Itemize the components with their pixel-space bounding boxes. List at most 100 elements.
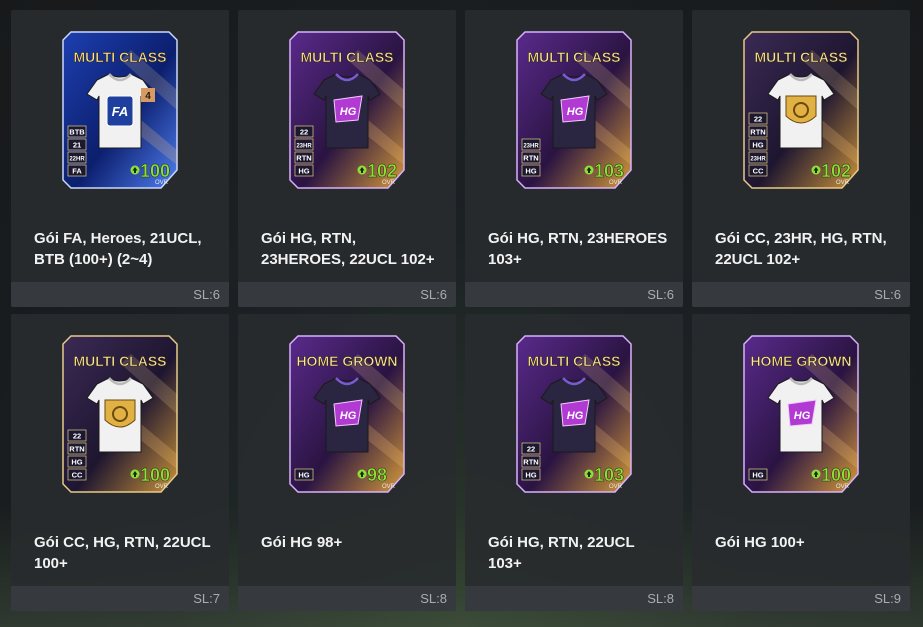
class-badge-text: 22 [300,128,308,137]
ovr-value: 100 [821,465,851,485]
ovr-label: OVR [609,484,623,490]
class-badge-text: HG [525,471,536,480]
pack-footer: SL:6 [11,282,229,307]
hg-logo-text: HG [794,410,811,422]
class-badge-text: HG [71,458,82,467]
pack-tile[interactable]: HOME GROWN HG HG 98 OVR Gói HG 98+ SL:8 [238,314,456,611]
card-svg: HOME GROWN HG HG 98OVR [289,335,405,493]
pack-card-art: MULTI CLASS HG 22 23HR RTN HG 102 OVR [288,30,406,192]
pack-count: SL:9 [874,591,901,606]
class-badge-text: CC [72,471,83,480]
pack-footer: SL:9 [692,586,910,611]
card-header-text: MULTI CLASS [527,353,620,369]
ovr-value: 98 [367,465,387,485]
card-svg: MULTI CLASS HG 22 RTN HG 103OVR [516,335,632,493]
pack-grid: MULTI CLASS FA 4 BTB 21 22HR FA 100 OVR Gói FA, … [11,10,910,611]
pack-footer: SL:6 [465,282,683,307]
pack-tile[interactable]: MULTI CLASS HG 22 RTN HG 103 OVR Gói HG, RTN, … [465,314,683,611]
ovr-value: 100 [140,465,170,485]
pack-title: Gói HG, RTN, 23HEROES 103+ [488,230,668,268]
ovr-label: OVR [155,180,169,186]
ovr-value: 102 [367,161,397,181]
card-header-text: MULTI CLASS [73,353,166,369]
class-badge-text: 23HR [750,157,766,163]
hg-logo-text: HG [340,106,357,118]
pack-title: Gói HG, RTN, 23HEROES, 22UCL 102+ [261,230,435,268]
ovr-label: OVR [609,180,623,186]
card-svg: MULTI CLASS FA 4 BTB 21 22HR FA 100OVR [62,31,178,189]
pack-count: SL:8 [647,591,674,606]
class-badge-text: 21 [73,141,81,150]
card-svg: HOME GROWN HG HG 100OVR [743,335,859,493]
pack-footer: SL:6 [692,282,910,307]
class-badge-text: 23HR [523,144,539,150]
pack-tile[interactable]: MULTI CLASS 22 RTN HG 23HR CC 102 OVR Gói CC, 2… [692,10,910,307]
pack-footer: SL:8 [465,586,683,611]
pack-title: Gói FA, Heroes, 21UCL, BTB (100+) (2~4) [34,230,202,268]
class-badge-text: 22 [73,432,81,441]
class-badge-text: FA [72,167,82,176]
card-svg: MULTI CLASS HG 22 23HR RTN HG 102OVR [289,31,405,189]
class-badge-text: BTB [69,128,85,137]
card-header-text: HOME GROWN [296,353,397,369]
class-badge-text: RTN [69,445,84,454]
pack-card-art: HOME GROWN HG HG 100 OVR [742,334,860,496]
crest-icon [785,95,817,124]
pack-title: Gói HG 100+ [715,534,805,551]
pack-footer: SL:6 [238,282,456,307]
ovr-label: OVR [382,484,396,490]
hg-logo-text: HG [567,410,584,422]
pack-title: Gói HG 98+ [261,534,343,551]
card-svg: MULTI CLASS HG 23HR RTN HG 103OVR [516,31,632,189]
card-svg: MULTI CLASS 22 RTN HG CC 100OVR [62,335,178,493]
class-badge-text: HG [752,471,763,480]
pack-card-art: MULTI CLASS 22 RTN HG 23HR CC 102 OVR [742,30,860,192]
class-badge-text: 23HR [296,144,312,150]
class-badge-text: 22HR [69,157,85,163]
card-header-text: MULTI CLASS [754,49,847,65]
ovr-label: OVR [382,180,396,186]
class-badge-text: HG [298,167,309,176]
pack-card-art: MULTI CLASS 22 RTN HG CC 100 OVR [61,334,179,496]
ovr-label: OVR [155,484,169,490]
pack-card-art: MULTI CLASS HG 23HR RTN HG 103 OVR [515,30,633,192]
crest-icon [104,399,136,428]
pack-count: SL:6 [647,287,674,302]
ovr-value: 103 [594,465,624,485]
ovr-label: OVR [836,180,850,186]
pack-tile[interactable]: MULTI CLASS HG 22 23HR RTN HG 102 OVR Gói HG, R… [238,10,456,307]
pack-title: Gói HG, RTN, 22UCL 103+ [488,534,635,572]
card-header-text: MULTI CLASS [527,49,620,65]
class-badge-text: RTN [750,128,765,137]
ovr-value: 102 [821,161,851,181]
class-badge-text: RTN [296,154,311,163]
ovr-value: 100 [140,161,170,181]
card-svg: MULTI CLASS 22 RTN HG 23HR CC 102OVR [743,31,859,189]
pack-footer: SL:8 [238,586,456,611]
pack-footer: SL:7 [11,586,229,611]
pack-count: SL:6 [193,287,220,302]
pack-card-art: MULTI CLASS FA 4 BTB 21 22HR FA 100 OVR [61,30,179,192]
fa-logo-text: FA [112,104,129,119]
pack-title: Gói CC, 23HR, HG, RTN, 22UCL 102+ [715,230,887,268]
corner-tag-text: 4 [145,91,151,102]
class-badge-text: RTN [523,154,538,163]
class-badge-text: HG [298,471,309,480]
class-badge-text: 22 [754,115,762,124]
card-header-text: MULTI CLASS [300,49,393,65]
pack-count: SL:6 [874,287,901,302]
pack-count: SL:7 [193,591,220,606]
class-badge-text: CC [753,167,764,176]
pack-tile[interactable]: HOME GROWN HG HG 100 OVR Gói HG 100+ SL:9 [692,314,910,611]
pack-tile[interactable]: MULTI CLASS FA 4 BTB 21 22HR FA 100 OVR Gói FA, … [11,10,229,307]
hg-logo-text: HG [567,106,584,118]
class-badge-text: HG [525,167,536,176]
pack-title: Gói CC, HG, RTN, 22UCL 100+ [34,534,211,572]
card-header-text: HOME GROWN [750,353,851,369]
pack-tile[interactable]: MULTI CLASS 22 RTN HG CC 100 OVR Gói CC, HG, R… [11,314,229,611]
ovr-value: 103 [594,161,624,181]
pack-card-art: HOME GROWN HG HG 98 OVR [288,334,406,496]
class-badge-text: HG [752,141,763,150]
pack-count: SL:6 [420,287,447,302]
pack-tile[interactable]: MULTI CLASS HG 23HR RTN HG 103 OVR Gói HG, RTN… [465,10,683,307]
